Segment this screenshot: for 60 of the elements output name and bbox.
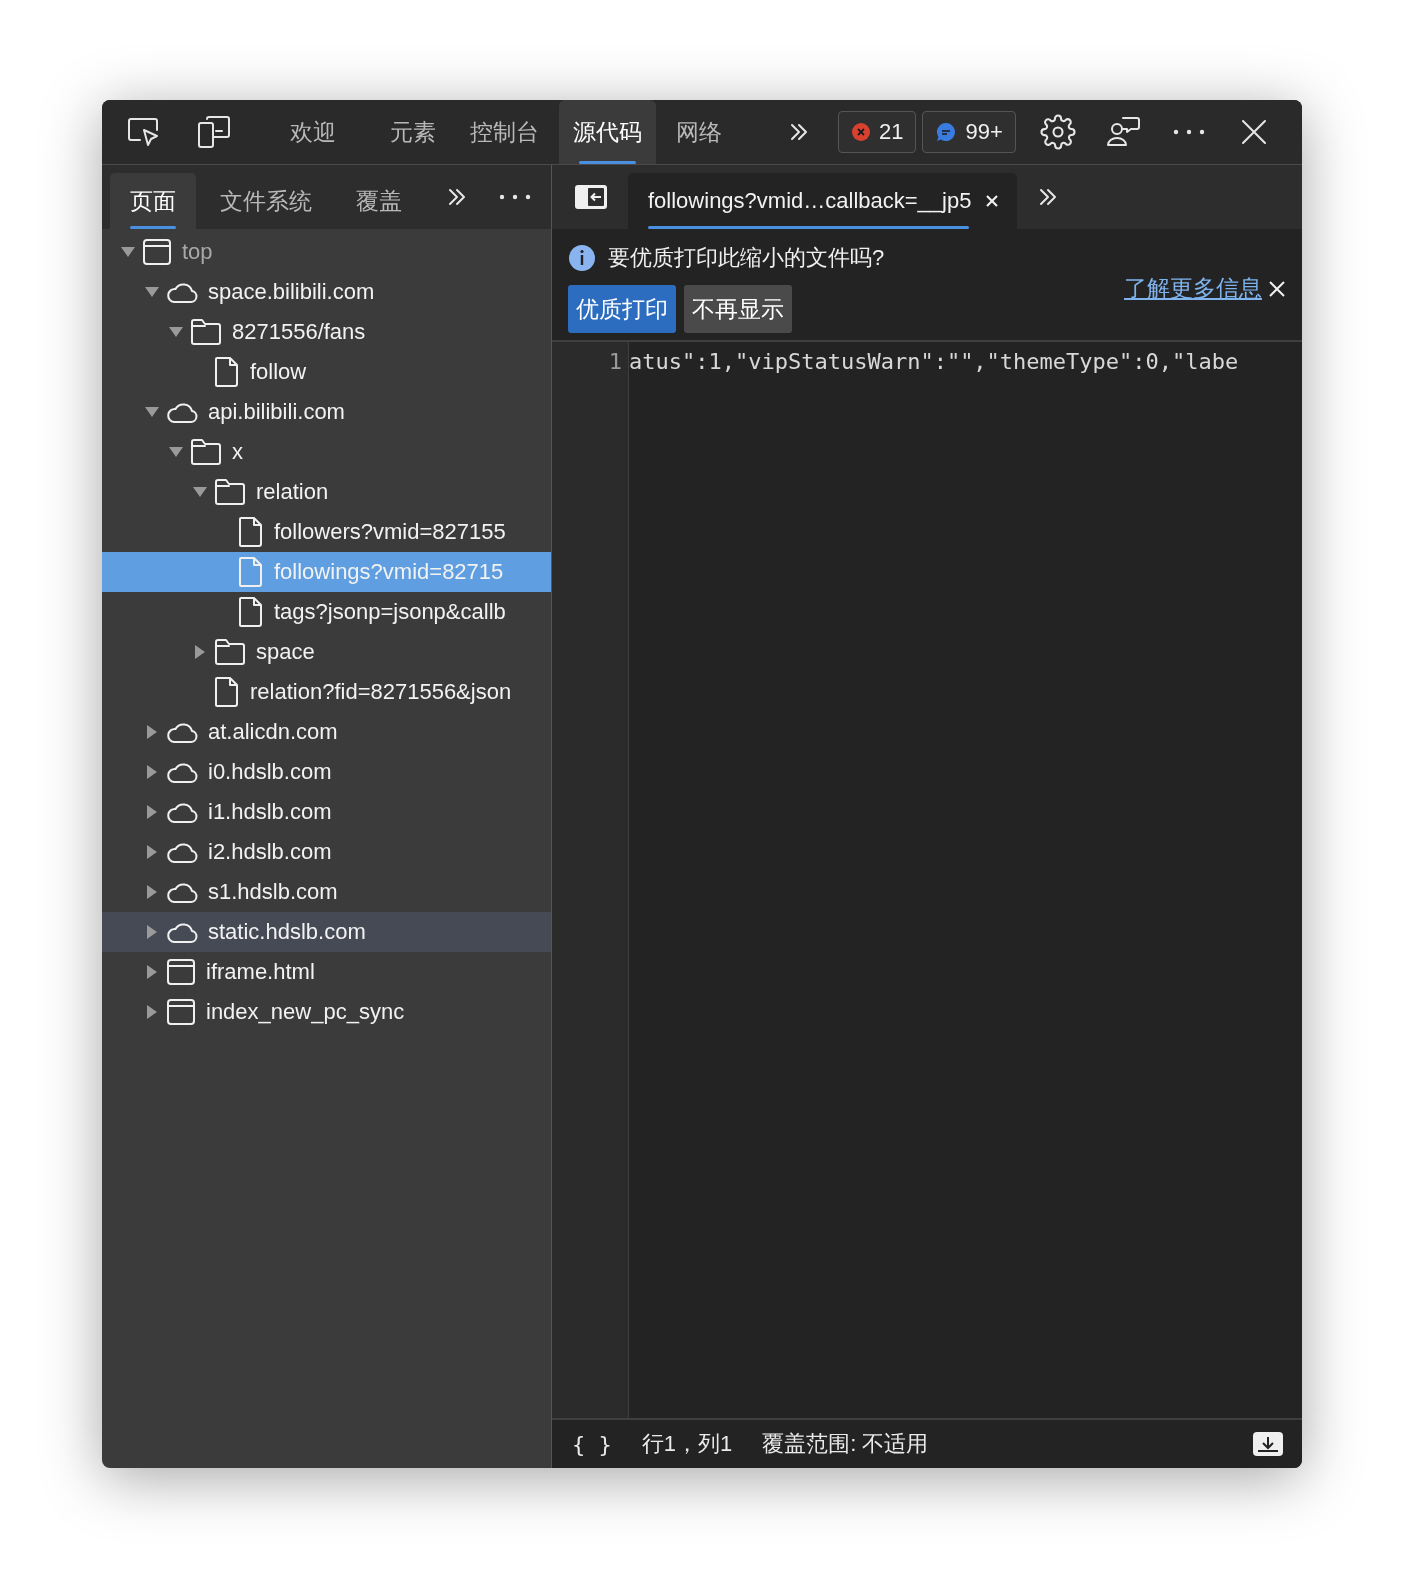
tree-item[interactable]: static.hdslb.com <box>102 912 551 952</box>
tree-item-label: api.bilibili.com <box>208 399 345 425</box>
tree-item[interactable]: i0.hdslb.com <box>102 752 551 792</box>
pretty-print-button[interactable]: 优质打印 <box>568 285 676 333</box>
learn-more-link[interactable]: 了解更多信息 <box>1124 273 1262 304</box>
tree-item[interactable]: iframe.html <box>102 952 551 992</box>
tree-item-label: followers?vmid=827155 <box>274 519 506 545</box>
tree-item[interactable]: follow <box>102 352 551 392</box>
tree-item-label: relation <box>256 479 329 505</box>
tree-item-label: space.bilibili.com <box>208 279 375 305</box>
tree-item[interactable]: at.alicdn.com <box>102 712 551 752</box>
tree-item[interactable]: api.bilibili.com <box>102 392 551 432</box>
tree-item[interactable]: index_new_pc_sync <box>102 992 551 1032</box>
tree-item-label: index_new_pc_sync <box>206 999 405 1025</box>
navigator-tab[interactable]: 页面 <box>110 173 196 229</box>
navigator-tab[interactable]: 覆盖 <box>336 173 422 229</box>
tree-item-label: space <box>256 639 315 665</box>
tree-item-label: follow <box>250 359 307 385</box>
tree-item[interactable]: relation?fid=8271556&json <box>102 672 551 712</box>
tree-item-label: top <box>182 239 213 265</box>
tree-item[interactable]: x <box>102 432 551 472</box>
tree-item[interactable]: i1.hdslb.com <box>102 792 551 832</box>
coverage-status: 覆盖范围: 不适用 <box>762 1430 929 1458</box>
panel-tab[interactable]: 元素 <box>376 100 450 164</box>
navigator-tab[interactable]: 文件系统 <box>200 173 332 229</box>
tree-item-label: iframe.html <box>206 959 315 985</box>
tree-item-label: at.alicdn.com <box>208 719 338 745</box>
tree-item-label: static.hdslb.com <box>208 919 366 945</box>
tree-item-label: followings?vmid=82715 <box>274 559 504 585</box>
line-number: 1 <box>607 348 623 376</box>
tree-item[interactable]: space <box>102 632 551 672</box>
tree-item-label: i0.hdslb.com <box>208 759 332 785</box>
tree-item-label: x <box>232 439 243 465</box>
tree-item[interactable]: 8271556/fans <box>102 312 551 352</box>
tree-item-label: relation?fid=8271556&json <box>250 679 512 705</box>
tree-item-label: i1.hdslb.com <box>208 799 332 825</box>
panel-tab[interactable]: 控制台 <box>456 100 553 164</box>
tree-item[interactable]: i2.hdslb.com <box>102 832 551 872</box>
pretty-print-toggle[interactable]: { } <box>572 1431 612 1457</box>
tree-item[interactable]: space.bilibili.com <box>102 272 551 312</box>
file-tab[interactable]: followings?vmid…callback=__jp5 <box>628 173 1018 229</box>
tree-item[interactable]: s1.hdslb.com <box>102 872 551 912</box>
tree-item-label: s1.hdslb.com <box>208 879 338 905</box>
tree-item-label: 8271556/fans <box>232 319 366 345</box>
message-count-button[interactable]: 99+ <box>922 111 1016 153</box>
banner-message: 要优质打印此缩小的文件吗? <box>608 244 885 272</box>
cursor-position: 行1，列1 <box>641 1430 733 1458</box>
file-tab-label: followings?vmid…callback=__jp5 <box>648 188 972 214</box>
tree-item[interactable]: followers?vmid=827155 <box>102 512 551 552</box>
panel-tab[interactable]: 源代码 <box>559 100 656 164</box>
dont-show-again-button[interactable]: 不再显示 <box>684 285 792 333</box>
panel-tab[interactable]: 欢迎 <box>276 100 350 164</box>
code-line: atus":1,"vipStatusWarn":"","themeType":0,"labe <box>629 348 1240 376</box>
tree-item[interactable]: tags?jsonp=jsonp&callb <box>102 592 551 632</box>
tree-item-label: i2.hdslb.com <box>208 839 332 865</box>
error-count-button[interactable]: 21 <box>838 111 917 153</box>
panel-tab[interactable]: 网络 <box>662 100 736 164</box>
tree-item[interactable]: top <box>102 232 551 272</box>
tree-item-label: tags?jsonp=jsonp&callb <box>274 599 506 625</box>
tree-item[interactable]: relation <box>102 472 551 512</box>
